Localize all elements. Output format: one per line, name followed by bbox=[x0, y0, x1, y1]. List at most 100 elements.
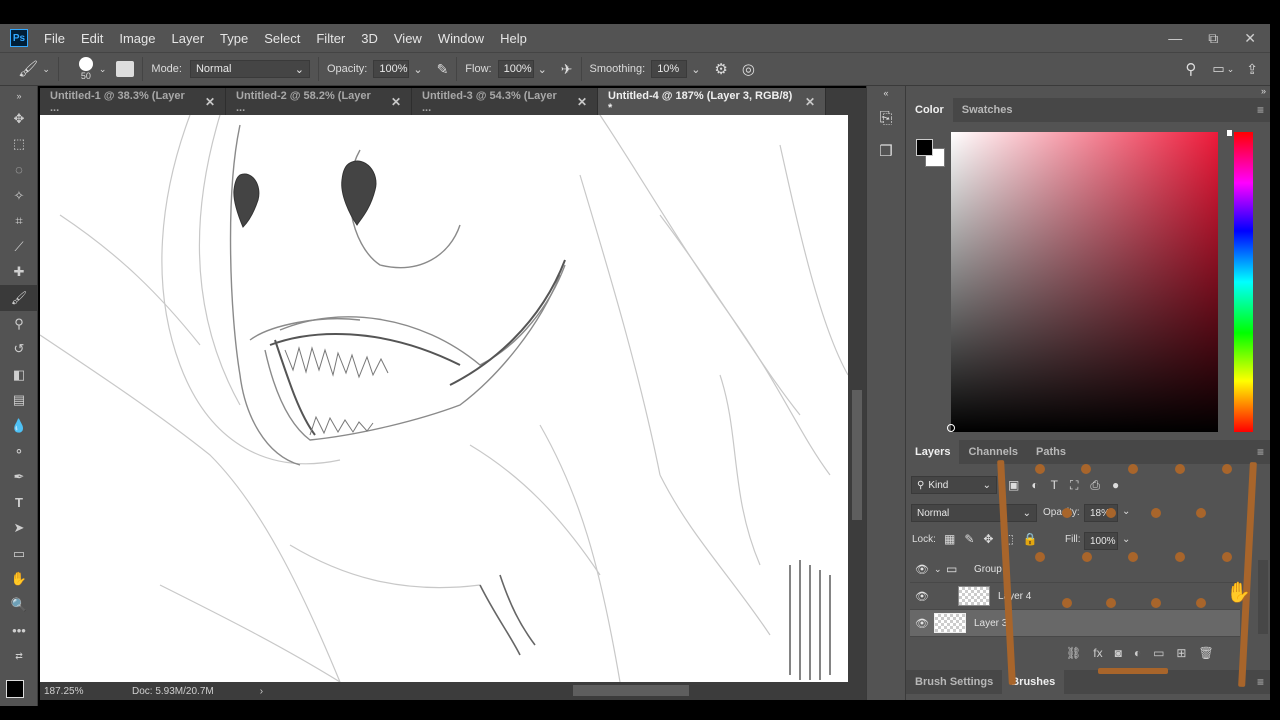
chevron-down-icon[interactable]: ⌄ bbox=[42, 64, 50, 75]
tab-swatches[interactable]: Swatches bbox=[953, 98, 1022, 122]
link-layers-icon[interactable]: ⛓ bbox=[1066, 646, 1081, 660]
lock-transparent-icon[interactable]: ▦ bbox=[944, 532, 955, 546]
collapse-panels-icon[interactable]: « bbox=[867, 88, 905, 98]
menu-3d[interactable]: 3D bbox=[353, 31, 386, 46]
tab-layers[interactable]: Layers bbox=[906, 440, 960, 464]
blur-tool-icon[interactable]: 💧 bbox=[0, 413, 38, 439]
shape-filter-icon[interactable]: ⛶ bbox=[1070, 478, 1078, 493]
eye-icon[interactable]: 👁 bbox=[910, 563, 934, 576]
collapse-toolbar-icon[interactable]: » bbox=[0, 86, 38, 106]
healing-brush-tool-icon[interactable]: ✚ bbox=[0, 260, 38, 286]
eye-icon[interactable]: 👁 bbox=[910, 617, 934, 630]
opacity-input[interactable]: 100% bbox=[373, 60, 410, 78]
tab-channels[interactable]: Channels bbox=[959, 440, 1027, 464]
hue-slider[interactable] bbox=[1234, 132, 1253, 432]
menu-view[interactable]: View bbox=[386, 31, 430, 46]
move-tool-icon[interactable]: ✥ bbox=[0, 106, 38, 132]
layer-style-icon[interactable]: fx bbox=[1093, 646, 1102, 660]
new-group-icon[interactable]: ▭ bbox=[1153, 646, 1164, 660]
chevron-down-icon[interactable]: ⌄ bbox=[1122, 506, 1130, 517]
menu-layer[interactable]: Layer bbox=[164, 31, 213, 46]
hue-slider-handle[interactable] bbox=[1227, 130, 1232, 136]
gradient-tool-icon[interactable]: ▤ bbox=[0, 388, 38, 414]
brush-tool-icon[interactable]: 🖌 bbox=[18, 59, 38, 79]
swap-colors-icon[interactable]: ⇄ bbox=[0, 643, 38, 669]
layer-row-group[interactable]: 👁 ⌄ ▭ Group bbox=[910, 556, 1240, 583]
eraser-tool-icon[interactable]: ◧ bbox=[0, 362, 38, 388]
chevron-down-icon[interactable]: ⌄ bbox=[1227, 64, 1235, 75]
vertical-scroll-thumb[interactable] bbox=[852, 390, 862, 520]
adjustment-layer-icon[interactable]: ◐ bbox=[1134, 646, 1141, 660]
smart-object-filter-icon[interactable]: ⎙ bbox=[1090, 478, 1100, 493]
menu-image[interactable]: Image bbox=[111, 31, 163, 46]
menu-file[interactable]: File bbox=[36, 31, 73, 46]
brush-preset-picker[interactable]: 50 bbox=[78, 57, 93, 81]
tab-untitled-1[interactable]: Untitled-1 @ 38.3% (Layer ... ✕ bbox=[40, 88, 226, 115]
panel-menu-icon[interactable]: ≡ bbox=[1257, 103, 1264, 117]
foreground-color-swatch-front[interactable] bbox=[916, 139, 933, 156]
layer-thumbnail[interactable] bbox=[934, 613, 966, 633]
chevron-down-icon[interactable]: ⌄ bbox=[1122, 534, 1130, 545]
tab-untitled-2[interactable]: Untitled-2 @ 58.2% (Layer ... ✕ bbox=[226, 88, 412, 115]
close-icon[interactable]: ✕ bbox=[577, 95, 587, 109]
lock-position-icon[interactable]: ✥ bbox=[983, 532, 993, 546]
close-icon[interactable]: ✕ bbox=[805, 95, 815, 109]
history-panel-icon[interactable]: ⎘ bbox=[867, 110, 905, 128]
pixel-filter-icon[interactable]: ▣ bbox=[1008, 478, 1019, 493]
workspace-icon[interactable]: ▭ bbox=[1212, 61, 1224, 77]
blend-mode-select[interactable]: Normal ⌄ bbox=[911, 504, 1037, 522]
add-mask-icon[interactable]: ◙ bbox=[1115, 646, 1122, 660]
chevron-down-icon[interactable]: ⌄ bbox=[934, 564, 946, 575]
chevron-down-icon[interactable]: ⌄ bbox=[691, 63, 700, 76]
layer-thumbnail[interactable] bbox=[958, 586, 990, 606]
search-icon[interactable]: ⚲ bbox=[1185, 60, 1196, 78]
pressure-opacity-icon[interactable]: ✎ bbox=[437, 61, 449, 78]
menu-select[interactable]: Select bbox=[256, 31, 308, 46]
close-icon[interactable]: ✕ bbox=[391, 95, 401, 109]
menu-help[interactable]: Help bbox=[492, 31, 535, 46]
layer-filter-kind[interactable]: ⚲ Kind ⌄ bbox=[911, 476, 997, 494]
layer-row-layer-3[interactable]: 👁 Layer 3 bbox=[910, 610, 1240, 637]
zoom-tool-icon[interactable]: 🔍 bbox=[0, 592, 38, 618]
type-filter-icon[interactable]: T bbox=[1051, 478, 1058, 493]
new-layer-icon[interactable]: ⊞ bbox=[1176, 646, 1186, 660]
airbrush-icon[interactable]: ✈ bbox=[561, 61, 573, 78]
layer-name[interactable]: Group bbox=[974, 564, 1002, 575]
dodge-tool-icon[interactable]: ⚬ bbox=[0, 439, 38, 465]
crop-tool-icon[interactable]: ⌗ bbox=[0, 208, 38, 234]
close-icon[interactable]: ✕ bbox=[205, 95, 215, 109]
brush-settings-toggle-icon[interactable] bbox=[116, 61, 135, 77]
delete-layer-icon[interactable]: 🗑 bbox=[1198, 646, 1213, 660]
share-icon[interactable]: ⇪ bbox=[1246, 61, 1258, 78]
expand-panels-icon[interactable]: » bbox=[906, 86, 1270, 98]
layers-scrollbar[interactable] bbox=[1258, 560, 1268, 634]
minimize-button[interactable]: — bbox=[1168, 30, 1182, 46]
marquee-tool-icon[interactable]: ⬚ bbox=[0, 132, 38, 158]
eyedropper-tool-icon[interactable]: ⟋ bbox=[0, 234, 38, 260]
foreground-color-swatch[interactable] bbox=[6, 680, 24, 698]
document-canvas[interactable] bbox=[40, 115, 848, 682]
pen-tool-icon[interactable]: ✒ bbox=[0, 464, 38, 490]
panel-menu-icon[interactable]: ≡ bbox=[1257, 675, 1264, 689]
filter-toggle-icon[interactable]: ● bbox=[1112, 478, 1119, 493]
lasso-tool-icon[interactable]: ◌ bbox=[0, 157, 38, 183]
zoom-level[interactable]: 187.25% bbox=[44, 686, 104, 697]
lock-image-icon[interactable]: ✎ bbox=[964, 532, 974, 546]
3d-panel-icon[interactable]: ❒ bbox=[867, 142, 905, 160]
fill-input[interactable]: 100% bbox=[1084, 532, 1118, 550]
mode-select[interactable]: Normal ⌄ bbox=[189, 60, 310, 78]
history-brush-tool-icon[interactable]: ↺ bbox=[0, 336, 38, 362]
horizontal-scroll-thumb[interactable] bbox=[573, 685, 689, 696]
layer-name[interactable]: Layer 3 bbox=[974, 618, 1007, 629]
chevron-down-icon[interactable]: ⌄ bbox=[413, 63, 422, 76]
restore-button[interactable]: ⧉ bbox=[1208, 30, 1218, 47]
status-menu-arrow[interactable]: › bbox=[260, 686, 263, 697]
chevron-down-icon[interactable]: ⌄ bbox=[538, 63, 547, 76]
brush-tool-icon[interactable]: 🖌 bbox=[0, 285, 38, 311]
quick-select-tool-icon[interactable]: ✧ bbox=[0, 183, 38, 209]
tab-paths[interactable]: Paths bbox=[1027, 440, 1075, 464]
color-field-picker[interactable] bbox=[951, 132, 1218, 432]
eye-icon[interactable]: 👁 bbox=[910, 590, 934, 603]
layer-name[interactable]: Layer 4 bbox=[998, 591, 1031, 602]
pressure-size-icon[interactable]: ◎ bbox=[742, 60, 755, 78]
